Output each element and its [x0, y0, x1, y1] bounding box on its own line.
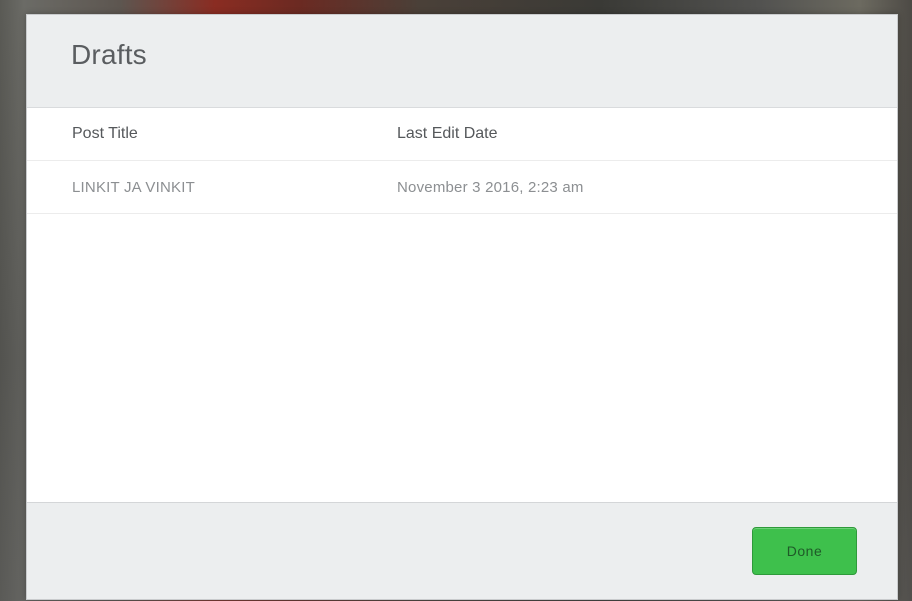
- table-row[interactable]: LINKIT JA VINKIT November 3 2016, 2:23 a…: [27, 161, 897, 214]
- draft-post-title[interactable]: LINKIT JA VINKIT: [72, 179, 397, 196]
- drafts-dialog: Drafts Post Title Last Edit Date LINKIT …: [26, 14, 898, 600]
- draft-last-edit-date: November 3 2016, 2:23 am: [397, 178, 584, 196]
- done-button[interactable]: Done: [752, 527, 857, 575]
- dialog-title: Drafts: [71, 39, 147, 70]
- table-header-row: Post Title Last Edit Date: [27, 108, 897, 161]
- column-header-post-title: Post Title: [72, 125, 138, 142]
- dialog-header: Drafts: [27, 15, 897, 108]
- drafts-table: Post Title Last Edit Date LINKIT JA VINK…: [27, 108, 897, 502]
- dialog-footer: Done: [27, 502, 897, 599]
- column-header-last-edit-date: Last Edit Date: [397, 125, 498, 142]
